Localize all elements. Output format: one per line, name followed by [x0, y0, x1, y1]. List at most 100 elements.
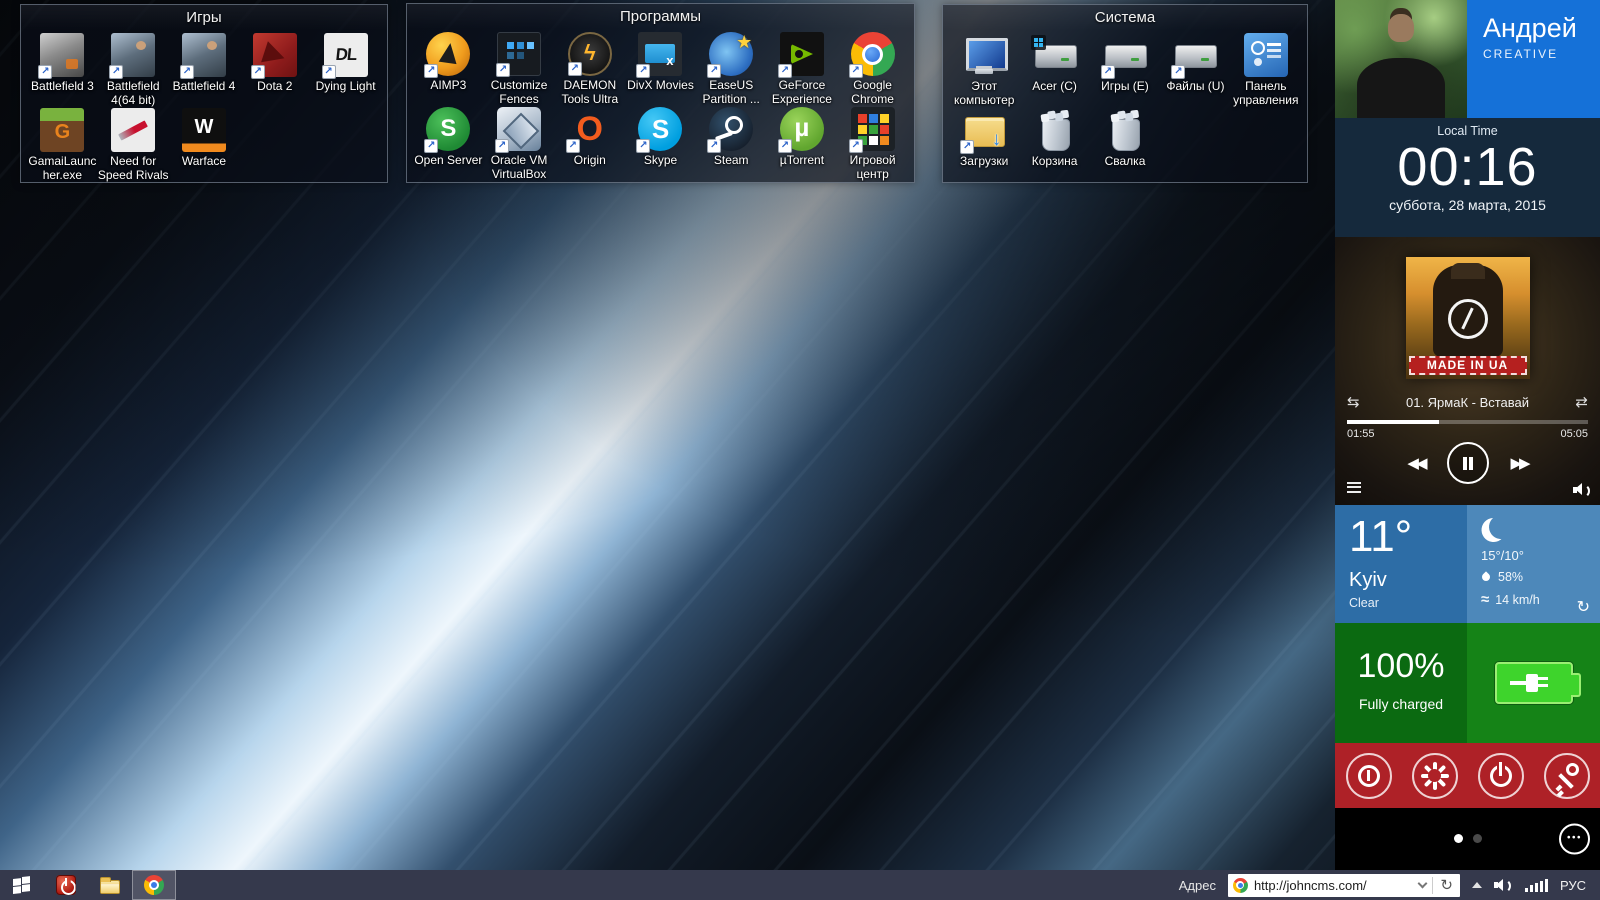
desktop-icon[interactable]: Dying Light: [310, 32, 381, 107]
desktop-icon[interactable]: GeForce Experience: [767, 31, 838, 106]
folder-icon: [100, 880, 120, 894]
daemon-tools-icon: [568, 32, 612, 76]
battery-icon: [1495, 662, 1573, 704]
desktop-icon[interactable]: DAEMON Tools Ultra: [554, 31, 625, 106]
weather-details: 15°/10° 58% ≈ 14 km/h ↻: [1467, 505, 1600, 623]
fence-grid: Battlefield 3Battlefield 4(64 bit)Battle…: [21, 30, 387, 183]
drive-icon: [1173, 33, 1217, 77]
chrome-icon: [144, 875, 164, 895]
player-progress-fill: [1347, 420, 1439, 424]
shortcut-arrow-icon: [1101, 65, 1115, 79]
start-button[interactable]: [0, 870, 44, 900]
desktop-icon[interactable]: GamaiLauncher.exe: [27, 107, 98, 182]
bf4-icon: [111, 33, 155, 77]
desktop-icon[interactable]: Игровой центр: [837, 106, 908, 181]
desktop-icon[interactable]: Customize Fences: [484, 31, 555, 106]
windows-badge-icon: [1031, 35, 1046, 50]
desktop-icon[interactable]: Свалка: [1090, 107, 1160, 182]
desktop-icon[interactable]: Warface: [169, 107, 240, 182]
taskbar-power-app-button[interactable]: [44, 870, 88, 900]
more-options-button[interactable]: [1559, 824, 1590, 855]
address-input[interactable]: http://johncms.com/: [1254, 878, 1419, 893]
profile-widget[interactable]: Андрей CREATIVE: [1335, 0, 1600, 118]
origin-icon: [568, 107, 612, 151]
divx-icon: [638, 32, 682, 76]
desktop-icon[interactable]: Игры (E): [1090, 32, 1160, 107]
desktop-icon[interactable]: Battlefield 3: [27, 32, 98, 107]
shortcut-arrow-icon: [424, 64, 438, 78]
battery-status-tile: 100% Fully charged: [1335, 623, 1467, 743]
weather-widget[interactable]: 11° Kyiv Clear 15°/10° 58% ≈ 14 km/h ↻: [1335, 505, 1600, 623]
desktop-icon[interactable]: EaseUS Partition ...: [696, 31, 767, 106]
desktop-icon[interactable]: Google Chrome: [837, 31, 908, 106]
previous-track-button[interactable]: ◀◀: [1407, 454, 1424, 472]
logoff-key-button[interactable]: [1544, 753, 1590, 799]
fence-title[interactable]: Программы: [407, 4, 914, 29]
chrome-icon: [851, 32, 895, 76]
open-server-icon: [426, 107, 470, 151]
desktop-icon[interactable]: Корзина: [1019, 107, 1089, 182]
desktop-icon[interactable]: Battlefield 4(64 bit): [98, 32, 169, 107]
desktop-icon[interactable]: Steam: [696, 106, 767, 181]
restart-button[interactable]: [1412, 753, 1458, 799]
weather-wind: 14 km/h: [1495, 593, 1539, 607]
desktop-icon[interactable]: Open Server: [413, 106, 484, 181]
desktop-icon-label: Файлы (U): [1160, 80, 1230, 94]
desktop-icon[interactable]: Origin: [554, 106, 625, 181]
desktop-icon-label: Dota 2: [239, 80, 310, 94]
battery-icon-tile: [1467, 623, 1600, 743]
desktop-icon[interactable]: µTorrent: [767, 106, 838, 181]
network-signal-icon[interactable]: [1523, 878, 1548, 892]
taskbar: Адрес http://johncms.com/ ↻ РУС: [0, 870, 1600, 900]
shutdown-button[interactable]: [1346, 753, 1392, 799]
player-volume-icon[interactable]: [1573, 483, 1590, 496]
fence-title[interactable]: Игры: [21, 5, 387, 30]
music-player-widget: MADE IN UA ⇆ 01. ЯрмаК - Вставай ⇄ 01:55…: [1335, 237, 1600, 505]
dropdown-caret-icon[interactable]: [1418, 878, 1428, 888]
taskbar-chrome-button[interactable]: [132, 870, 176, 900]
desktop-icon[interactable]: Oracle VM VirtualBox: [484, 106, 555, 181]
desktop-icon-label: GeForce Experience: [767, 79, 838, 107]
game-center-icon: [851, 107, 895, 151]
refresh-icon[interactable]: ↻: [1437, 876, 1456, 894]
fence-title[interactable]: Система: [943, 5, 1307, 30]
virtualbox-icon: [497, 107, 541, 151]
weather-refresh-icon[interactable]: ↻: [1577, 597, 1590, 617]
address-label: Адрес: [1179, 878, 1216, 893]
desktop-icon[interactable]: Dota 2: [239, 32, 310, 107]
power-button[interactable]: [1478, 753, 1524, 799]
pager-dot[interactable]: [1473, 834, 1482, 843]
weather-city: Kyiv: [1349, 569, 1467, 592]
desktop-icon[interactable]: Этот компьютер: [949, 32, 1019, 107]
desktop-icon[interactable]: Панель управления: [1231, 32, 1301, 107]
desktop-icon[interactable]: DivX Movies: [625, 31, 696, 106]
player-progress-bar[interactable]: [1347, 420, 1588, 424]
gamai-launcher-icon: [40, 108, 84, 152]
shortcut-arrow-icon: [566, 139, 580, 153]
desktop-icon[interactable]: Acer (C): [1019, 32, 1089, 107]
desktop-icon[interactable]: Battlefield 4: [169, 32, 240, 107]
moon-icon: [1487, 513, 1514, 540]
playlist-icon[interactable]: [1347, 479, 1361, 495]
tray-volume-icon[interactable]: [1494, 879, 1511, 892]
desktop-icon[interactable]: Need for Speed Rivals: [98, 107, 169, 182]
pause-button[interactable]: [1447, 442, 1489, 484]
address-bar[interactable]: http://johncms.com/ ↻: [1228, 874, 1460, 897]
taskbar-explorer-button[interactable]: [88, 870, 132, 900]
desktop-icon[interactable]: AIMP3: [413, 31, 484, 106]
shortcut-arrow-icon: [495, 139, 509, 153]
recycle-bin-icon: [1103, 108, 1147, 152]
tray-expand-icon[interactable]: [1472, 882, 1482, 888]
pager-dot[interactable]: [1454, 834, 1463, 843]
wind-icon: ≈: [1481, 591, 1489, 608]
desktop-icon[interactable]: Файлы (U): [1160, 32, 1230, 107]
clock-widget[interactable]: Local Time 00:16 суббота, 28 марта, 2015: [1335, 118, 1600, 237]
shuffle-icon[interactable]: ⇄: [1575, 393, 1588, 411]
desktop-icon[interactable]: Skype: [625, 106, 696, 181]
profile-photo: [1335, 0, 1467, 118]
repeat-icon[interactable]: ⇆: [1347, 393, 1360, 411]
battery-percent: 100%: [1335, 647, 1467, 686]
next-track-button[interactable]: ▶▶: [1511, 454, 1528, 472]
language-indicator[interactable]: РУС: [1560, 878, 1586, 893]
desktop-icon[interactable]: Загрузки: [949, 107, 1019, 182]
